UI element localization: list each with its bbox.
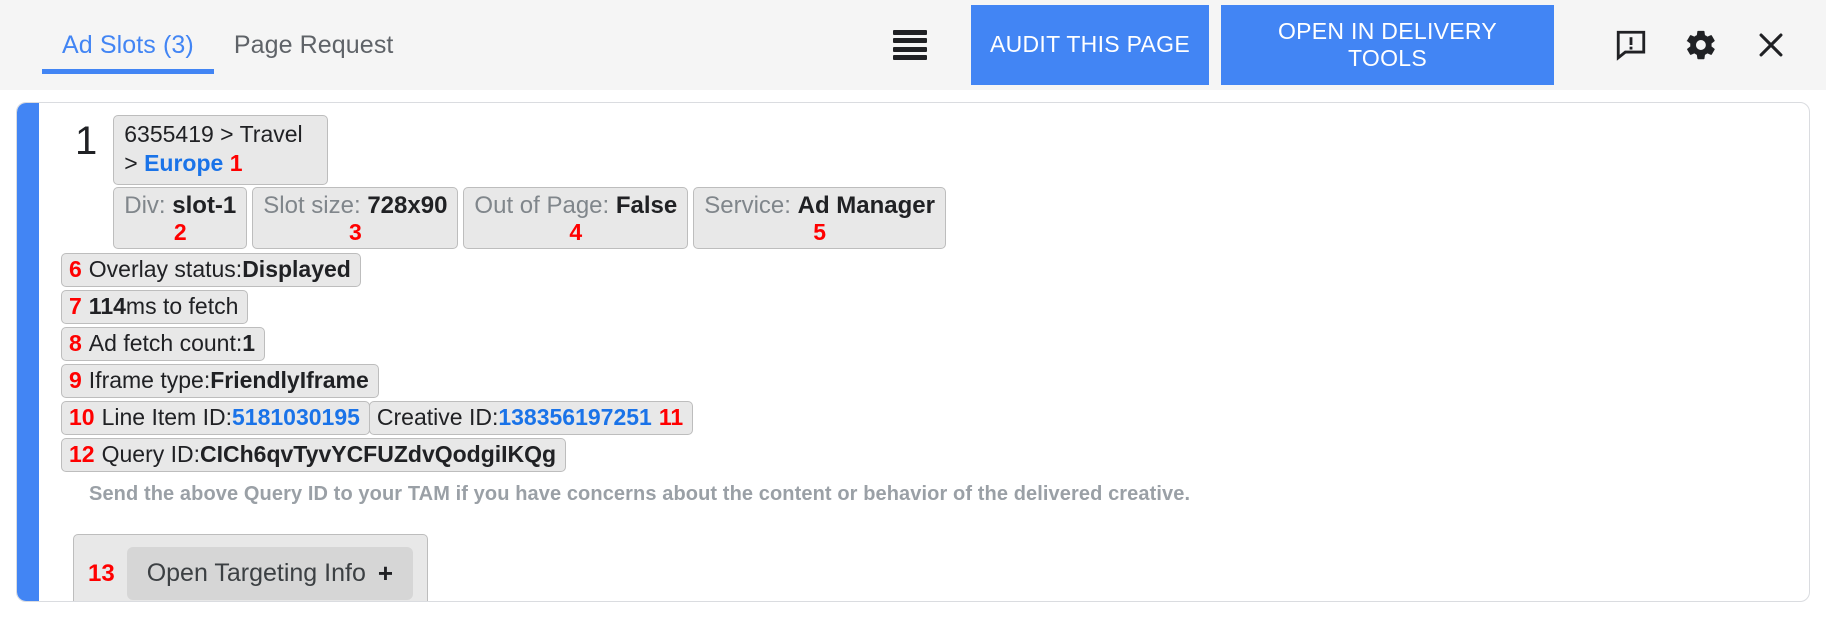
slot-header: 1 6355419 > Travel > Europe 1 Div: slot-…	[61, 115, 1809, 249]
meta-service-value: Ad Manager	[798, 192, 935, 219]
tab-bar: Ad Slots (3) Page Request	[0, 0, 413, 90]
open-targeting-info-label: Open Targeting Info	[147, 559, 366, 588]
query-id-value: CICh6qvTyvYCFUZdvQodgiIKQg	[200, 441, 556, 468]
status-fetch-count: 8 Ad fetch count: 1	[61, 327, 265, 361]
annotation-5: 5	[704, 220, 935, 244]
status-iframe-type: 9 Iframe type: FriendlyIframe	[61, 364, 379, 398]
plus-icon: +	[378, 558, 393, 589]
annotation-2: 2	[124, 220, 236, 244]
line-item-id-label: Line Item ID:	[102, 404, 232, 431]
meta-out-of-page-label: Out of Page:	[474, 192, 609, 219]
gear-icon[interactable]	[1684, 28, 1718, 62]
status-iframe-type-label: Iframe type:	[89, 367, 210, 394]
annotation-11: 11	[659, 404, 683, 431]
status-fetch-time-label: ms to fetch	[126, 293, 238, 320]
creative-id-chip: Creative ID: 138356197251 11	[369, 401, 693, 435]
line-item-id-value[interactable]: 5181030195	[232, 404, 360, 431]
audit-this-page-button[interactable]: AUDIT THIS PAGE	[971, 5, 1209, 85]
close-icon[interactable]	[1754, 28, 1788, 62]
ad-slot-details: 1 6355419 > Travel > Europe 1 Div: slot-…	[39, 103, 1809, 601]
annotation-8: 8	[69, 330, 82, 357]
meta-div-value: slot-1	[172, 192, 236, 219]
hamburger-line	[893, 55, 927, 60]
slot-status-list: 6 Overlay status: Displayed 7 114 ms to fe…	[61, 253, 1809, 475]
meta-service: Service: Ad Manager 5	[693, 187, 946, 249]
status-overlay-value: Displayed	[242, 256, 351, 283]
annotation-13: 13	[88, 560, 115, 588]
annotation-12: 12	[69, 441, 95, 468]
meta-slot-size-label: Slot size:	[263, 192, 360, 219]
status-iframe-type-value: FriendlyIframe	[210, 367, 369, 394]
hamburger-line	[893, 47, 927, 52]
slot-meta-row: Div: slot-1 2 Slot size: 728x90 3 Out of…	[113, 187, 946, 249]
status-fetch-time-value: 114	[89, 293, 126, 320]
hamburger-line	[893, 30, 927, 35]
query-id-chip: 12 Query ID: CICh6qvTyvYCFUZdvQodgiIKQg	[61, 438, 566, 472]
creative-id-label: Creative ID:	[377, 404, 498, 431]
annotation-1: 1	[230, 150, 243, 176]
id-row: 10 Line Item ID: 5181030195 Creative ID: …	[61, 401, 1809, 435]
annotation-3: 3	[263, 220, 447, 244]
breadcrumb-leaf[interactable]: Europe	[144, 150, 223, 176]
annotation-9: 9	[69, 367, 82, 394]
ad-slot-card-container: 1 6355419 > Travel > Europe 1 Div: slot-…	[0, 90, 1826, 602]
tab-ad-slots[interactable]: Ad Slots (3)	[42, 0, 214, 90]
tab-page-request-label: Page Request	[234, 31, 394, 60]
hamburger-icon[interactable]	[893, 30, 927, 60]
toolbar-spacer	[413, 0, 893, 90]
meta-div: Div: slot-1 2	[113, 187, 247, 249]
top-toolbar: Ad Slots (3) Page Request AUDIT THIS PAG…	[0, 0, 1826, 90]
status-overlay-label: Overlay status:	[89, 256, 242, 283]
line-item-id-chip: 10 Line Item ID: 5181030195	[61, 401, 370, 435]
query-id-note: Send the above Query ID to your TAM if y…	[89, 483, 1809, 506]
card-accent-bar	[17, 103, 39, 601]
feedback-icon[interactable]	[1614, 28, 1648, 62]
breadcrumb[interactable]: 6355419 > Travel > Europe 1	[113, 115, 328, 185]
open-in-delivery-tools-button[interactable]: OPEN IN DELIVERY TOOLS	[1221, 5, 1554, 85]
meta-slot-size-value: 728x90	[367, 192, 447, 219]
meta-out-of-page-value: False	[616, 192, 677, 219]
annotation-4: 4	[474, 220, 677, 244]
slot-index: 1	[61, 115, 113, 161]
tab-page-request[interactable]: Page Request	[214, 0, 414, 90]
meta-slot-size: Slot size: 728x90 3	[252, 187, 458, 249]
ad-slot-card: 1 6355419 > Travel > Europe 1 Div: slot-…	[16, 102, 1810, 602]
tab-ad-slots-label: Ad Slots (3)	[62, 31, 194, 60]
annotation-6: 6	[69, 256, 82, 283]
toolbar-icon-group	[1554, 0, 1826, 90]
creative-id-value[interactable]: 138356197251	[498, 404, 652, 431]
meta-service-label: Service:	[704, 192, 791, 219]
open-targeting-info-button[interactable]: Open Targeting Info +	[127, 547, 413, 600]
hamburger-line	[893, 38, 927, 43]
status-overlay: 6 Overlay status: Displayed	[61, 253, 361, 287]
annotation-7: 7	[69, 293, 82, 320]
status-fetch-count-value: 1	[242, 330, 255, 357]
meta-out-of-page: Out of Page: False 4	[463, 187, 688, 249]
slot-chip-stack: 6355419 > Travel > Europe 1 Div: slot-1 …	[113, 115, 946, 249]
targeting-info-container: 13 Open Targeting Info +	[73, 534, 428, 602]
status-fetch-time: 7 114 ms to fetch	[61, 290, 248, 324]
meta-div-label: Div:	[124, 192, 165, 219]
query-id-label: Query ID:	[102, 441, 200, 468]
status-fetch-count-label: Ad fetch count:	[89, 330, 242, 357]
annotation-10: 10	[69, 404, 95, 431]
